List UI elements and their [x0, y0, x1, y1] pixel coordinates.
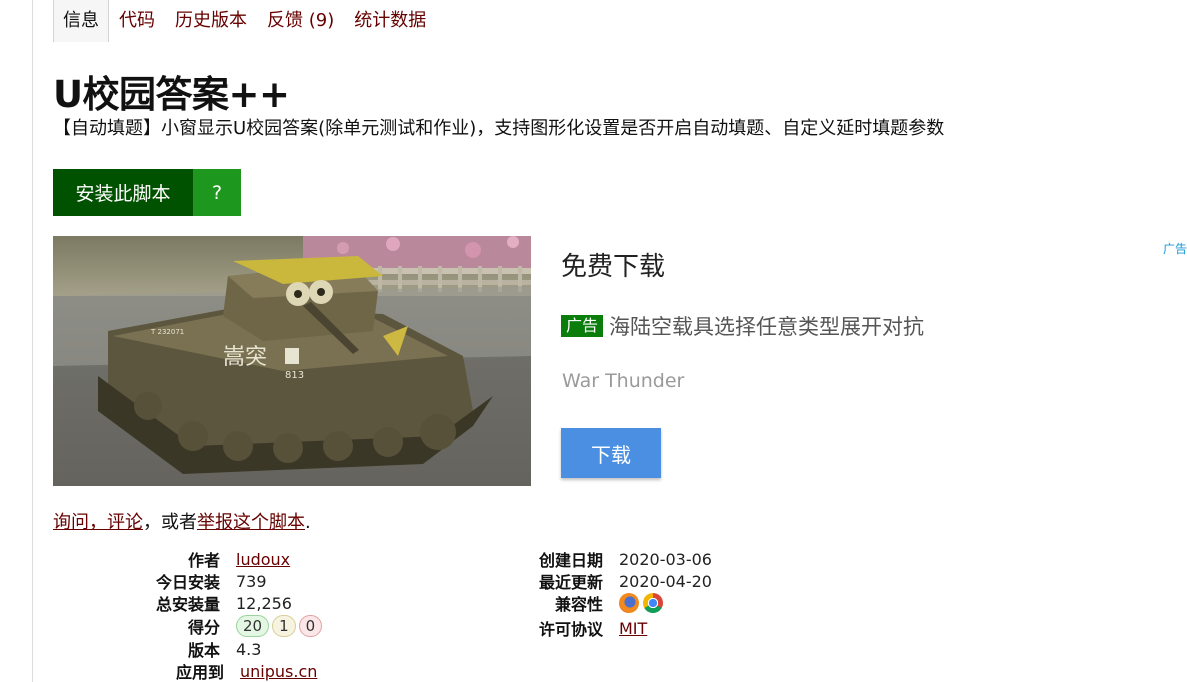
ad-download-button[interactable]: 下载: [561, 428, 661, 478]
ad-image[interactable]: 嵩突 813 T 232071: [53, 236, 531, 486]
author-link[interactable]: ludoux: [236, 550, 290, 569]
rating-ok-badge: 1: [272, 615, 296, 637]
left-border: [32, 0, 33, 682]
feedback-line: 询问，评论，或者举报这个脚本.: [53, 508, 311, 534]
report-script-link[interactable]: 举报这个脚本: [197, 512, 305, 533]
chrome-icon: [643, 593, 663, 614]
ad-tagline-row: 广告 海陆空载具选择任意类型展开对抗: [561, 311, 924, 341]
ad-tagline[interactable]: 海陆空载具选择任意类型展开对抗: [609, 311, 924, 341]
author-label: 作者: [187, 551, 220, 570]
info-version-row: 版本 4.3: [120, 638, 262, 661]
install-button-group: 安装此脚本 ?: [53, 169, 241, 216]
rating-label: 得分: [187, 618, 220, 637]
script-title: U校园答案++: [53, 73, 290, 116]
info-created-row: 创建日期 2020-03-06: [503, 548, 712, 571]
license-label: 许可协议: [538, 620, 603, 639]
updated-label: 最近更新: [538, 573, 603, 592]
tank-serial-text: T 232071: [150, 328, 184, 336]
info-daily-row: 今日安装 739: [120, 570, 267, 593]
info-license-row: 许可协议 MIT: [503, 617, 647, 640]
daily-installs-label: 今日安装: [155, 573, 220, 592]
install-help-button[interactable]: ?: [193, 169, 241, 216]
total-installs-value: 12,256: [236, 593, 292, 613]
version-label: 版本: [187, 641, 220, 660]
feedback-end: .: [305, 512, 311, 533]
rating-good-badge: 20: [236, 615, 270, 637]
compatibility-label: 兼容性: [554, 595, 603, 614]
script-tabs: 信息 代码 历史版本 反馈 (9) 统计数据: [53, 0, 436, 42]
tank-illustration: 嵩突 813 T 232071: [53, 236, 531, 486]
license-link[interactable]: MIT: [619, 619, 647, 638]
applies-to-link[interactable]: unipus.cn: [240, 662, 317, 681]
rating-bad-badge: 0: [298, 615, 323, 637]
total-installs-label: 总安装量: [155, 595, 220, 614]
info-total-row: 总安装量 12,256: [120, 592, 292, 615]
info-applies-row: 应用到 unipus.cn: [120, 660, 317, 682]
created-label: 创建日期: [538, 551, 603, 570]
tab-feedback[interactable]: 反馈 (9): [257, 0, 344, 42]
ask-comment-link[interactable]: 询问，评论: [53, 512, 143, 533]
info-updated-row: 最近更新 2020-04-20: [503, 570, 712, 593]
tab-stats[interactable]: 统计数据: [344, 0, 436, 42]
ad-headline[interactable]: 免费下载: [561, 246, 665, 283]
ad-badge: 广告: [561, 315, 604, 337]
tank-marking-text: 嵩突: [223, 345, 267, 370]
ad-corner-label[interactable]: 广告: [1163, 240, 1187, 257]
info-rating-row: 得分 20 1 0: [120, 615, 325, 637]
ad-brand[interactable]: War Thunder: [562, 370, 684, 392]
tab-code[interactable]: 代码: [109, 0, 165, 42]
info-compat-row: 兼容性: [503, 592, 667, 614]
tab-info[interactable]: 信息: [53, 0, 109, 42]
daily-installs-value: 739: [236, 571, 267, 591]
install-button[interactable]: 安装此脚本: [53, 169, 193, 216]
applies-to-label: 应用到: [175, 663, 224, 682]
script-description: 【自动填题】小窗显示U校园答案(除单元测试和作业)，支持图形化设置是否开启自动填…: [53, 118, 945, 139]
version-value: 4.3: [236, 639, 262, 659]
updated-value: 2020-04-20: [619, 571, 712, 591]
created-value: 2020-03-06: [619, 549, 712, 569]
tab-history[interactable]: 历史版本: [165, 0, 257, 42]
firefox-icon: [619, 593, 639, 614]
feedback-separator: ，或者: [143, 512, 197, 533]
tank-number-text: 813: [285, 370, 304, 381]
info-author-row: 作者 ludoux: [120, 548, 290, 571]
